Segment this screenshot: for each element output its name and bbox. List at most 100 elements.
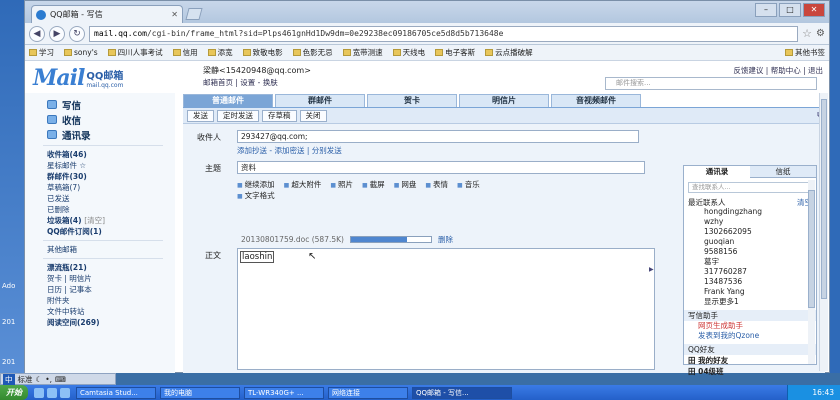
media-player-icon[interactable] (60, 387, 70, 398)
other-bookmarks[interactable]: 其他书签 (785, 47, 825, 58)
folder-reading-space[interactable]: 阅读空间(269) (47, 317, 175, 328)
system-tray-clock[interactable]: 16:43 (787, 385, 840, 400)
close-tab-icon[interactable]: ✕ (171, 10, 178, 19)
empty-spam-link[interactable]: [清空] (84, 216, 105, 225)
friend-group[interactable]: 田 我的好友 (684, 355, 816, 366)
tab-normal-mail[interactable]: 普通邮件 (183, 94, 273, 107)
close-window-button[interactable]: ✕ (803, 3, 825, 17)
screenshot-button[interactable]: 截屏 (362, 179, 385, 190)
scroll-thumb[interactable] (821, 99, 827, 299)
emoji-button[interactable]: 表情 (425, 179, 448, 190)
contact-item[interactable]: 13487536 (704, 277, 816, 287)
bookmark-item[interactable]: 四川人事考试 (107, 47, 163, 58)
back-button[interactable]: ◀ (29, 25, 45, 42)
folder-starred[interactable]: 星标邮件 ☆ (47, 160, 175, 171)
folder-drafts[interactable]: 草稿箱(7) (47, 182, 175, 193)
forward-button[interactable]: ▶ (49, 25, 65, 42)
bookmark-item[interactable]: 宽带测速 (342, 47, 383, 58)
contact-item[interactable]: 317760287 (704, 267, 816, 277)
large-attachment-button[interactable]: 超大附件 (284, 179, 321, 190)
folder-file-transfer[interactable]: 文件中转站 (47, 306, 175, 317)
show-more-link[interactable]: 显示更多1 (704, 297, 816, 307)
bookmark-item[interactable]: 云点播破解 (485, 47, 533, 58)
contacts-scrollbar[interactable] (808, 180, 815, 364)
save-draft-button[interactable]: 存草稿 (262, 109, 297, 122)
schedule-send-button[interactable]: 定时发送 (217, 109, 259, 122)
browser-tab[interactable]: QQ邮箱 - 写信 ✕ (31, 5, 183, 23)
tab-video-mail[interactable]: 音视频邮件 (551, 94, 641, 107)
message-body-editor[interactable]: laoshin ↖ (237, 248, 655, 370)
bookmark-item[interactable]: 天线电 (392, 47, 425, 58)
task-network[interactable]: 网络连接 (328, 386, 408, 399)
ime-icon[interactable]: 中 (3, 373, 15, 385)
tab-postcard[interactable]: 明信片 (459, 94, 549, 107)
ie-icon[interactable] (34, 387, 44, 398)
netdisk-button[interactable]: 网盘 (394, 179, 416, 190)
folder-inbox[interactable]: 收件箱(46) (47, 149, 175, 160)
to-field[interactable]: 293427@qq.com; (237, 130, 639, 143)
bookmark-item[interactable]: 学习 (29, 47, 54, 58)
keyboard-icon[interactable]: ⌨ (55, 375, 66, 384)
compose-link[interactable]: 写信 (47, 97, 175, 112)
contact-item[interactable]: 葛宇 (704, 257, 816, 267)
contact-item[interactable]: Frank Yang (704, 287, 816, 297)
delete-attachment-link[interactable]: 删除 (438, 234, 453, 245)
folder-cards[interactable]: 贺卡 | 明信片 (47, 273, 175, 284)
tab-greeting-card[interactable]: 贺卡 (367, 94, 457, 107)
folder-deleted[interactable]: 已删除 (47, 204, 175, 215)
bookmark-item[interactable]: 致敬电影 (242, 47, 283, 58)
folder-subscriptions[interactable]: QQ邮件订阅(1) (47, 226, 175, 237)
send-button[interactable]: 发送 (187, 109, 214, 122)
contact-item[interactable]: 1302662095 (704, 227, 816, 237)
folder-spam[interactable]: 垃圾箱(4) [清空] (47, 215, 175, 226)
folder-attachments[interactable]: 附件夹 (47, 295, 175, 306)
bookmark-item[interactable]: 色影无忌 (292, 47, 333, 58)
show-desktop-icon[interactable] (47, 387, 57, 398)
folder-sent[interactable]: 已发送 (47, 193, 175, 204)
minimize-button[interactable]: – (755, 3, 777, 17)
task-router[interactable]: TL-WR340G+ ... (244, 386, 324, 399)
close-button[interactable]: 关闭 (299, 109, 327, 122)
wrench-menu-icon[interactable]: ⚙ (816, 28, 825, 39)
contact-item[interactable]: wzhy (704, 217, 816, 227)
task-camtasia[interactable]: Camtasia Stud... (76, 386, 156, 399)
punct-icon[interactable]: •, (45, 375, 52, 384)
subject-field[interactable]: 资料 (237, 161, 645, 174)
task-my-computer[interactable]: 我的电脑 (160, 386, 240, 399)
inbox-link[interactable]: 收信 (47, 112, 175, 127)
friend-group[interactable]: 田 04级班 (684, 366, 816, 377)
contact-item[interactable]: hongdingzhang (704, 207, 816, 217)
tab-stationery[interactable]: 信纸 (750, 166, 816, 178)
user-links[interactable]: 邮箱首页 | 设置 - 换肤 (203, 77, 278, 88)
folder-drift-bottle[interactable]: 漂流瓶(21) (47, 262, 175, 273)
tab-group-mail[interactable]: 群邮件 (275, 94, 365, 107)
collapse-arrow-icon[interactable]: ▶ (649, 266, 654, 273)
helper-item[interactable]: 网页生成助手 (684, 321, 816, 331)
bookmark-item[interactable]: 添宽 (207, 47, 233, 58)
photo-button[interactable]: 照片 (330, 179, 353, 190)
ime-mode[interactable]: 标准 (18, 374, 33, 385)
top-links[interactable]: 反馈建议 | 帮助中心 | 退出 (733, 65, 823, 76)
new-tab-button[interactable] (185, 8, 203, 20)
folder-other-mailbox[interactable]: 其他邮箱 (47, 244, 175, 255)
task-qqmail[interactable]: QQ邮箱 - 写信... (412, 386, 512, 399)
helper-item[interactable]: 发表到我的Qzone (684, 331, 816, 341)
bookmark-item[interactable]: 信用 (172, 47, 198, 58)
page-scrollbar[interactable] (819, 93, 828, 371)
text-format-button[interactable]: 文字格式 (237, 190, 275, 201)
reload-button[interactable]: ↻ (69, 25, 85, 42)
music-button[interactable]: 音乐 (457, 179, 480, 190)
folder-calendar[interactable]: 日历 | 记事本 (47, 284, 175, 295)
qqmail-logo[interactable]: Mail QQ邮箱 mail.qq.com (33, 65, 123, 91)
start-button[interactable]: 开始 (0, 385, 28, 400)
folder-group[interactable]: 群邮件(30) (47, 171, 175, 182)
cc-bcc-links[interactable]: 添加抄送 - 添加密送 | 分别发送 (237, 145, 342, 156)
mail-search-input[interactable]: 邮件搜索... (605, 77, 817, 90)
maximize-button[interactable]: □ (779, 3, 801, 17)
bookmark-item[interactable]: sony's (64, 48, 98, 57)
tab-address-book[interactable]: 通讯录 (684, 166, 750, 178)
contact-item[interactable]: 9588156 (704, 247, 816, 257)
address-bar[interactable]: mail.qq.com/cgi-bin/frame_html?sid=Plps4… (89, 25, 799, 42)
contact-search-input[interactable]: 查找联系人... (688, 182, 812, 193)
bookmark-star-icon[interactable]: ☆ (802, 27, 812, 40)
